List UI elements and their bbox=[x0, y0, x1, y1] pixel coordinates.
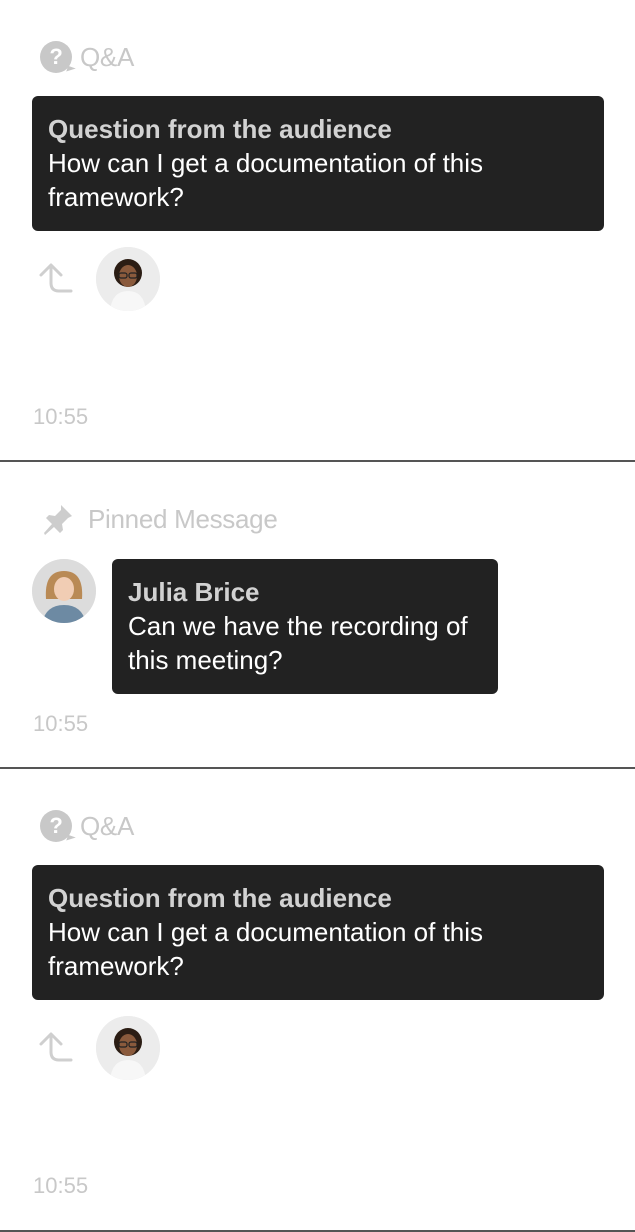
question-title: Question from the audience bbox=[48, 883, 392, 913]
timestamp: 10:55 bbox=[33, 404, 89, 429]
qa-question-bubble[interactable]: Question from the audience How can I get… bbox=[32, 865, 604, 1000]
pinned-section: Pinned Message Julia Brice Can we have t… bbox=[0, 462, 635, 769]
qa-actions bbox=[34, 1016, 160, 1080]
qa-header-label: Q&A bbox=[80, 810, 135, 841]
question-text: How can I get a documentation of this fr… bbox=[48, 917, 484, 981]
pinned-header: Pinned Message bbox=[40, 501, 278, 537]
question-text: How can I get a documentation of this fr… bbox=[48, 148, 484, 212]
avatar[interactable] bbox=[32, 559, 96, 623]
pinned-message-bubble[interactable]: Julia Brice Can we have the recording of… bbox=[112, 559, 498, 694]
timestamp: 10:55 bbox=[33, 711, 89, 736]
qa-section-2: ? Q&A Question from the audience How can… bbox=[0, 769, 635, 1232]
avatar[interactable] bbox=[96, 1016, 160, 1080]
qa-header: ? Q&A bbox=[40, 809, 134, 843]
question-title: Question from the audience bbox=[48, 114, 392, 144]
qa-section-1: ? Q&A Question from the audience How can… bbox=[0, 0, 635, 462]
qa-question-bubble[interactable]: Question from the audience How can I get… bbox=[32, 96, 604, 231]
timestamp: 10:55 bbox=[33, 1173, 89, 1198]
author-name: Julia Brice bbox=[128, 577, 260, 607]
reply-icon[interactable] bbox=[34, 258, 76, 300]
qa-header-label: Q&A bbox=[80, 41, 135, 72]
qa-header: ? Q&A bbox=[40, 40, 134, 74]
pin-icon bbox=[40, 501, 76, 537]
pinned-header-label: Pinned Message bbox=[88, 503, 278, 534]
qa-actions bbox=[34, 247, 160, 311]
message-text: Can we have the recording of this meetin… bbox=[128, 611, 468, 675]
reply-icon[interactable] bbox=[34, 1027, 76, 1069]
question-icon: ? bbox=[40, 810, 72, 842]
avatar[interactable] bbox=[96, 247, 160, 311]
author-avatar-wrap bbox=[32, 559, 96, 623]
question-icon: ? bbox=[40, 41, 72, 73]
